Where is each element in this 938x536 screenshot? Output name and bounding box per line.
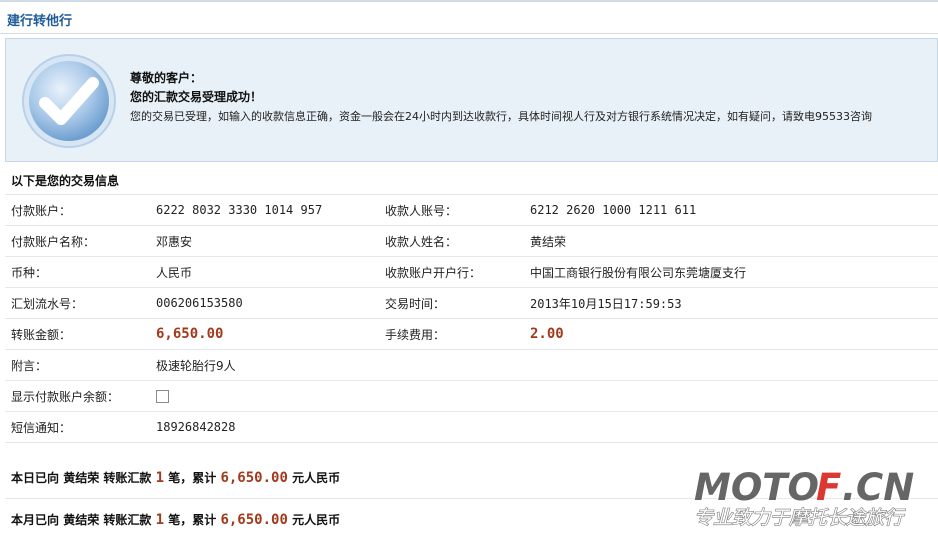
svg-text:专业致力于摩托长途旅行: 专业致力于摩托长途旅行 <box>694 507 906 529</box>
time-label: 交易时间： <box>379 287 524 319</box>
summary-unit: 笔，累计 <box>168 513 217 527</box>
fee-value: 2.00 <box>530 326 564 342</box>
payee-account-value: 6212 2620 1000 1211 611 <box>524 194 938 226</box>
payer-account-value: 6222 8032 3330 1014 957 <box>150 194 379 226</box>
table-row: 转账金额： 6,650.00 手续费用： 2.00 <box>5 318 938 350</box>
summary-count: 1 <box>155 512 165 528</box>
payer-name-value: 邓惠安 <box>150 225 379 257</box>
table-row: 币种： 人民币 收款账户开户行： 中国工商银行股份有限公司东莞塘厦支行 <box>5 256 938 288</box>
table-row: 附言： 极速轮胎行9人 <box>5 349 938 381</box>
table-row: 短信通知： 18926842828 <box>5 411 938 443</box>
payee-name-label: 收款人姓名： <box>379 225 524 257</box>
table-row: 显示付款账户余额： <box>5 380 938 412</box>
note-value: 极速轮胎行9人 <box>150 349 379 381</box>
summary-suffix: 元人民币 <box>292 513 341 527</box>
svg-text:MOTO: MOTO <box>694 466 819 509</box>
serial-value: 006206153580 <box>150 287 379 319</box>
payee-bank-value: 中国工商银行股份有限公司东莞塘厦支行 <box>524 256 938 288</box>
summary-count: 1 <box>155 470 165 486</box>
summary-unit: 笔，累计 <box>168 471 217 485</box>
serial-label: 汇划流水号： <box>5 287 150 319</box>
summary-total: 6,650.00 <box>220 512 288 528</box>
watermark-logo: MOTO F .CN 专业致力于摩托长途旅行 <box>693 465 915 529</box>
table-row: 付款账户： 6222 8032 3330 1014 957 收款人账号： 621… <box>5 194 938 226</box>
show-balance-checkbox[interactable] <box>156 390 169 403</box>
summary-payee: 黄结荣 <box>63 513 100 527</box>
success-headline: 您的汇款交易受理成功！ <box>130 90 263 104</box>
table-row: 付款账户名称： 邓惠安 收款人姓名： 黄结荣 <box>5 225 938 257</box>
summary-prefix: 本日已向 <box>11 471 60 485</box>
amount-label: 转账金额： <box>5 318 150 350</box>
summary-prefix: 本月已向 <box>11 513 60 527</box>
svg-text:.CN: .CN <box>842 466 914 509</box>
sms-value: 18926842828 <box>150 411 379 443</box>
summary-suffix: 元人民币 <box>292 471 341 485</box>
success-detail: 您的交易已受理，如输入的收款信息正确，资金一般会在24小时内到达收款行，具体时间… <box>130 110 872 123</box>
payee-bank-label: 收款账户开户行： <box>379 256 524 288</box>
amount-value: 6,650.00 <box>156 326 224 342</box>
currency-label: 币种： <box>5 256 150 288</box>
summary-mid: 转账汇款 <box>103 513 152 527</box>
fee-label: 手续费用： <box>379 318 524 350</box>
svg-text:F: F <box>816 466 841 509</box>
summary-payee: 黄结荣 <box>63 471 100 485</box>
summary-total: 6,650.00 <box>220 470 288 486</box>
summary-mid: 转账汇款 <box>103 471 152 485</box>
transaction-info-table: 付款账户： 6222 8032 3330 1014 957 收款人账号： 621… <box>5 194 938 443</box>
time-value: 2013年10月15日17:59:53 <box>524 287 938 319</box>
note-label: 附言： <box>5 349 150 381</box>
table-row: 汇划流水号： 006206153580 交易时间： 2013年10月15日17:… <box>5 287 938 319</box>
success-message: 尊敬的客户： 您的汇款交易受理成功！ 您的交易已受理，如输入的收款信息正确，资金… <box>130 69 872 127</box>
show-balance-label: 显示付款账户余额： <box>5 380 150 412</box>
page-header: 建行转他行 <box>0 0 938 34</box>
currency-value: 人民币 <box>150 256 379 288</box>
payee-name-value: 黄结荣 <box>524 225 938 257</box>
sms-label: 短信通知： <box>5 411 150 443</box>
payer-name-label: 付款账户名称： <box>5 225 150 257</box>
payee-account-label: 收款人账号： <box>379 194 524 226</box>
success-check-icon <box>22 54 116 148</box>
success-panel: 尊敬的客户： 您的汇款交易受理成功！ 您的交易已受理，如输入的收款信息正确，资金… <box>5 38 938 162</box>
section-title: 以下是您的交易信息 <box>11 174 120 188</box>
payer-account-label: 付款账户： <box>5 194 150 226</box>
page-title: 建行转他行 <box>7 14 73 29</box>
greeting: 尊敬的客户： <box>130 71 203 85</box>
